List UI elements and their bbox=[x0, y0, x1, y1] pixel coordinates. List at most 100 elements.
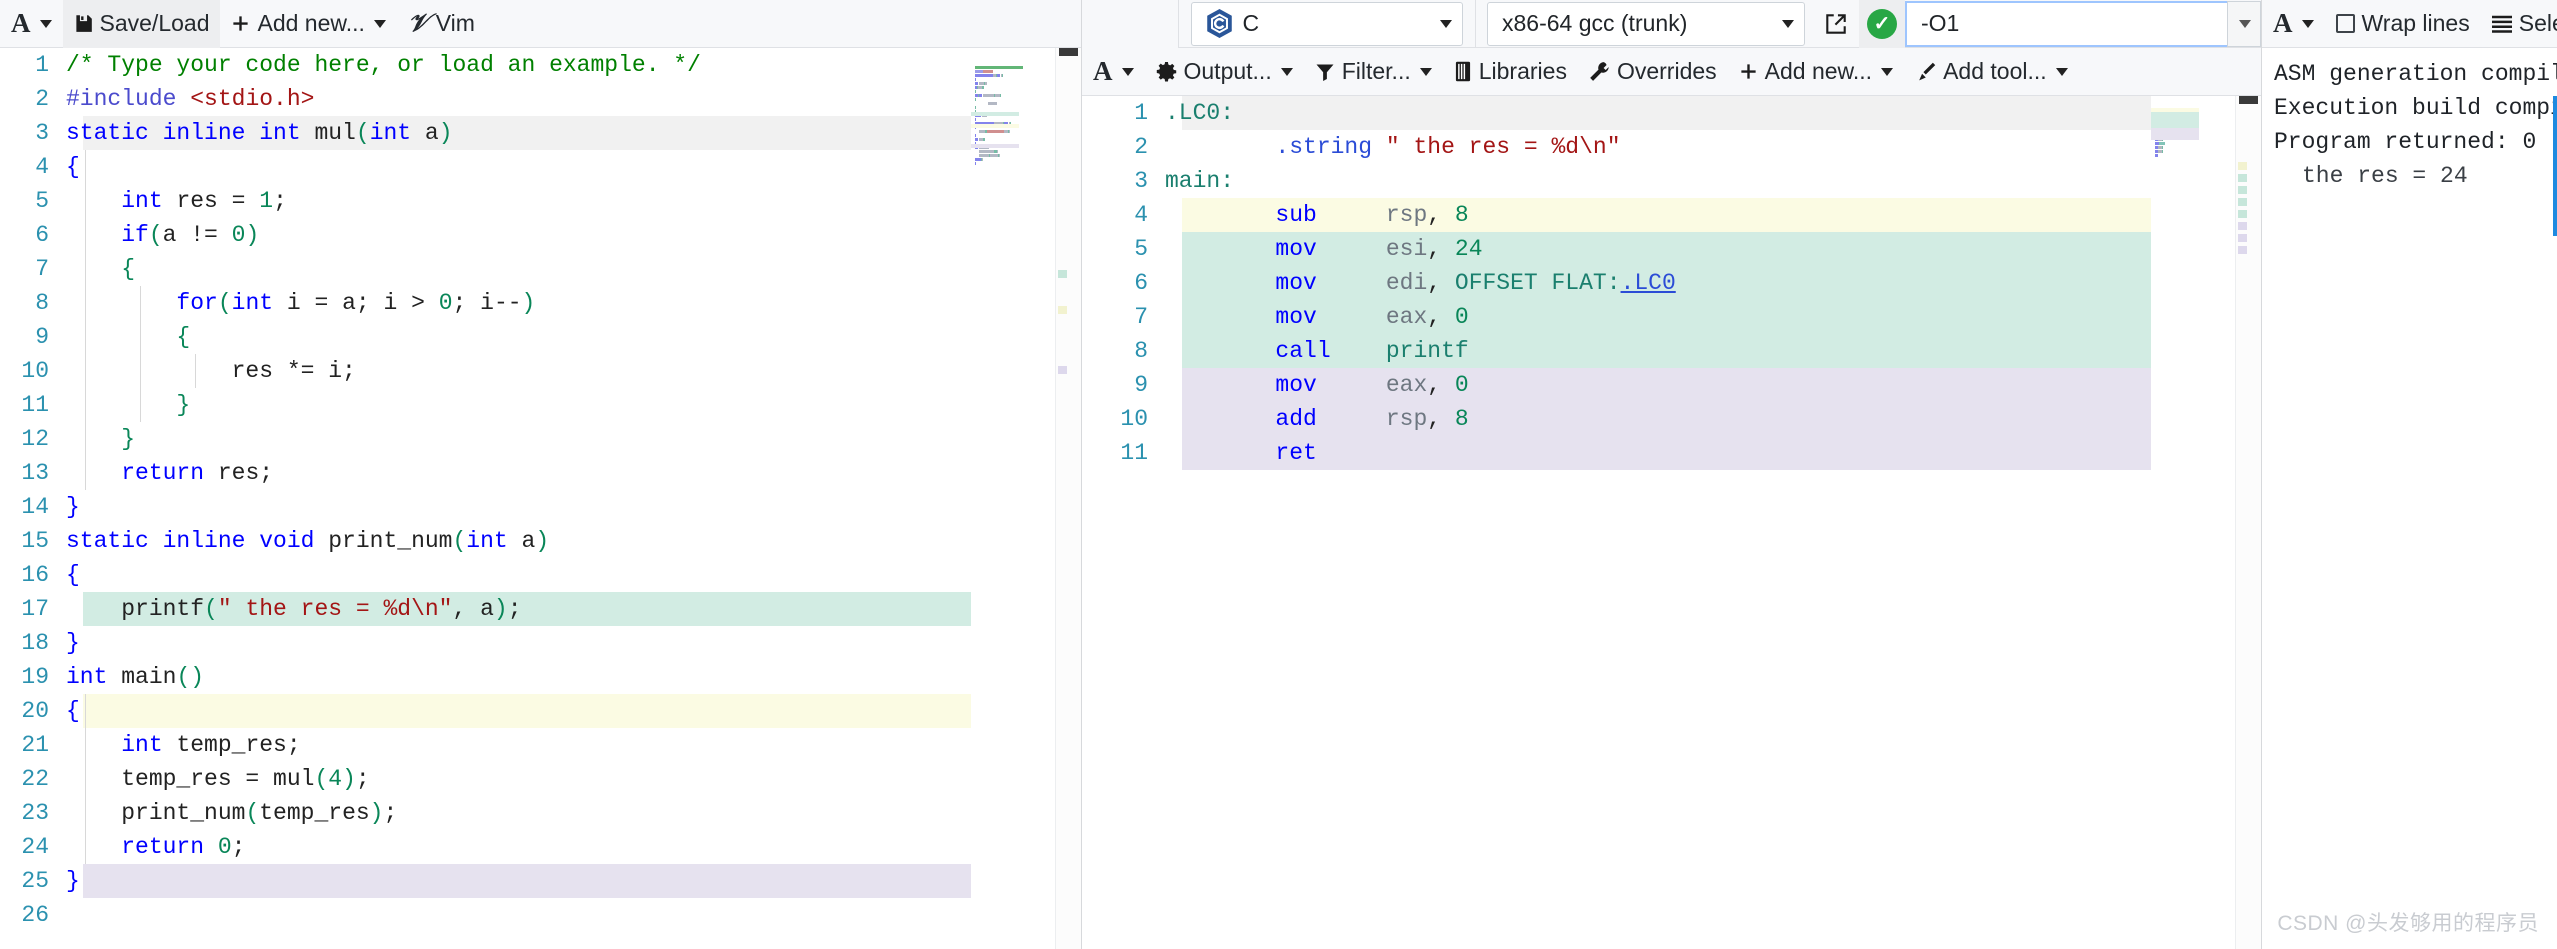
filter-button[interactable]: Filter... bbox=[1304, 48, 1443, 96]
code-line[interactable]: 10 res *= i; bbox=[0, 354, 1081, 388]
compiler-popout-button[interactable] bbox=[1813, 0, 1859, 48]
line-number[interactable]: 5 bbox=[1082, 232, 1165, 266]
code-line[interactable]: 19 int main() bbox=[0, 660, 1081, 694]
code-line[interactable]: 2 .string " the res = %d\n" bbox=[1082, 130, 2261, 164]
line-number[interactable]: 2 bbox=[0, 82, 66, 116]
assembly-minimap[interactable] bbox=[2151, 96, 2235, 949]
code-line[interactable]: 17 printf(" the res = %d\n", a); bbox=[0, 592, 1081, 626]
assembly-vertical-scrollbar[interactable] bbox=[2235, 96, 2261, 949]
line-number[interactable]: 26 bbox=[0, 898, 66, 932]
code-line[interactable]: 20{ bbox=[0, 694, 1081, 728]
line-number[interactable]: 2 bbox=[1082, 130, 1165, 164]
line-number[interactable]: 6 bbox=[0, 218, 66, 252]
code-line[interactable]: 8 for(int i = a; i > 0; i--) bbox=[0, 286, 1081, 320]
code-line[interactable]: 7 mov eax, 0 bbox=[1082, 300, 2261, 334]
compiler-selector[interactable]: x86-64 gcc (trunk) bbox=[1487, 1, 1805, 46]
code-line[interactable]: 25} bbox=[0, 864, 1081, 898]
wrap-lines-toggle[interactable]: Wrap lines bbox=[2325, 0, 2481, 48]
asm-font-button[interactable]: A bbox=[1082, 48, 1145, 96]
code-line[interactable]: 3 static inline int mul(int a) bbox=[0, 116, 1081, 150]
code-line[interactable]: 3 main: bbox=[1082, 164, 2261, 198]
code-line[interactable]: 4 sub rsp, 8 bbox=[1082, 198, 2261, 232]
output-body[interactable]: ASM generation compiler retu Execution bu… bbox=[2262, 48, 2557, 949]
libraries-button[interactable]: Libraries bbox=[1443, 48, 1578, 96]
line-number[interactable]: 4 bbox=[0, 150, 66, 184]
scrollbar-thumb[interactable] bbox=[1059, 48, 1078, 56]
line-number[interactable]: 15 bbox=[0, 524, 66, 558]
code-line[interactable]: 13 return res; bbox=[0, 456, 1081, 490]
code-line[interactable]: 11 } bbox=[0, 388, 1081, 422]
code-line[interactable]: 9 { bbox=[0, 320, 1081, 354]
assembly-body[interactable]: 1 .LC0: 2 .string " the res = %d\n" 3 main: 4… bbox=[1082, 96, 2261, 949]
line-number[interactable]: 10 bbox=[0, 354, 66, 388]
code-line[interactable]: 6 if(a != 0) bbox=[0, 218, 1081, 252]
line-number[interactable]: 1 bbox=[0, 48, 66, 82]
line-number[interactable]: 18 bbox=[0, 626, 66, 660]
line-number[interactable]: 21 bbox=[0, 728, 66, 762]
line-number[interactable]: 22 bbox=[0, 762, 66, 796]
line-number[interactable]: 7 bbox=[0, 252, 66, 286]
code-line[interactable]: 11 ret bbox=[1082, 436, 2261, 470]
line-number[interactable]: 4 bbox=[1082, 198, 1165, 232]
line-number[interactable]: 9 bbox=[1082, 368, 1165, 402]
overrides-button[interactable]: Overrides bbox=[1578, 48, 1728, 96]
source-editor-body[interactable]: 1/* Type your code here, or load an exam… bbox=[0, 48, 1081, 949]
line-number[interactable]: 25 bbox=[0, 864, 66, 898]
line-number[interactable]: 5 bbox=[0, 184, 66, 218]
line-number[interactable]: 10 bbox=[1082, 402, 1165, 436]
code-line[interactable]: 6 mov edi, OFFSET FLAT:.LC0 bbox=[1082, 266, 2261, 300]
code-line[interactable]: 2 #include <stdio.h> bbox=[0, 82, 1081, 116]
line-number[interactable]: 8 bbox=[0, 286, 66, 320]
source-add-new-button[interactable]: Add new... bbox=[220, 0, 396, 48]
line-number[interactable]: 11 bbox=[1082, 436, 1165, 470]
source-font-button[interactable]: A bbox=[0, 0, 63, 48]
output-options-button[interactable]: Output... bbox=[1145, 48, 1304, 96]
code-line[interactable]: 23 print_num(temp_res); bbox=[0, 796, 1081, 830]
line-number[interactable]: 9 bbox=[0, 320, 66, 354]
line-number[interactable]: 3 bbox=[1082, 164, 1165, 198]
scrollbar-thumb[interactable] bbox=[2239, 96, 2258, 104]
output-font-button[interactable]: A bbox=[2262, 0, 2325, 48]
line-number[interactable]: 11 bbox=[0, 388, 66, 422]
source-minimap[interactable] bbox=[971, 48, 1055, 949]
compiler-options-dropdown[interactable] bbox=[2227, 0, 2261, 47]
code-line[interactable]: 15 static inline void print_num(int a) bbox=[0, 524, 1081, 558]
line-number[interactable]: 20 bbox=[0, 694, 66, 728]
assembly-code[interactable]: 1 .LC0: 2 .string " the res = %d\n" 3 main: 4… bbox=[1082, 96, 2261, 949]
code-line[interactable]: 24 return 0; bbox=[0, 830, 1081, 864]
code-line[interactable]: 5 mov esi, 24 bbox=[1082, 232, 2261, 266]
line-number[interactable]: 6 bbox=[1082, 266, 1165, 300]
add-tool-button[interactable]: Add tool... bbox=[1904, 48, 2079, 96]
compiler-options-input[interactable] bbox=[1905, 0, 2227, 47]
code-line[interactable]: 14} bbox=[0, 490, 1081, 524]
code-line[interactable]: 8 call printf bbox=[1082, 334, 2261, 368]
line-number[interactable]: 12 bbox=[0, 422, 66, 456]
line-number[interactable]: 7 bbox=[1082, 300, 1165, 334]
select-all-button[interactable]: Select all bbox=[2481, 0, 2557, 48]
code-line[interactable]: 18} bbox=[0, 626, 1081, 660]
line-number[interactable]: 24 bbox=[0, 830, 66, 864]
language-selector[interactable]: C bbox=[1190, 1, 1463, 46]
save-load-button[interactable]: Save/Load bbox=[62, 0, 221, 48]
code-line[interactable]: 22 temp_res = mul(4); bbox=[0, 762, 1081, 796]
code-line[interactable]: 12 } bbox=[0, 422, 1081, 456]
code-line[interactable]: 1 .LC0: bbox=[1082, 96, 2261, 130]
line-number[interactable]: 8 bbox=[1082, 334, 1165, 368]
line-number[interactable]: 16 bbox=[0, 558, 66, 592]
source-code[interactable]: 1/* Type your code here, or load an exam… bbox=[0, 48, 1081, 949]
code-line[interactable]: 7 { bbox=[0, 252, 1081, 286]
source-vertical-scrollbar[interactable] bbox=[1055, 48, 1081, 949]
code-line[interactable]: 9 mov eax, 0 bbox=[1082, 368, 2261, 402]
line-number[interactable]: 23 bbox=[0, 796, 66, 830]
line-number[interactable]: 1 bbox=[1082, 96, 1165, 130]
line-number[interactable]: 14 bbox=[0, 490, 66, 524]
code-line[interactable]: 16{ bbox=[0, 558, 1081, 592]
vim-button[interactable]: 𝒱 Vim bbox=[397, 0, 486, 48]
code-line[interactable]: 1/* Type your code here, or load an exam… bbox=[0, 48, 1081, 82]
line-number[interactable]: 3 bbox=[0, 116, 66, 150]
code-line[interactable]: 5 int res = 1; bbox=[0, 184, 1081, 218]
code-line[interactable]: 26 bbox=[0, 898, 1081, 932]
code-line[interactable]: 10 add rsp, 8 bbox=[1082, 402, 2261, 436]
code-line[interactable]: 4{ bbox=[0, 150, 1081, 184]
line-number[interactable]: 13 bbox=[0, 456, 66, 490]
